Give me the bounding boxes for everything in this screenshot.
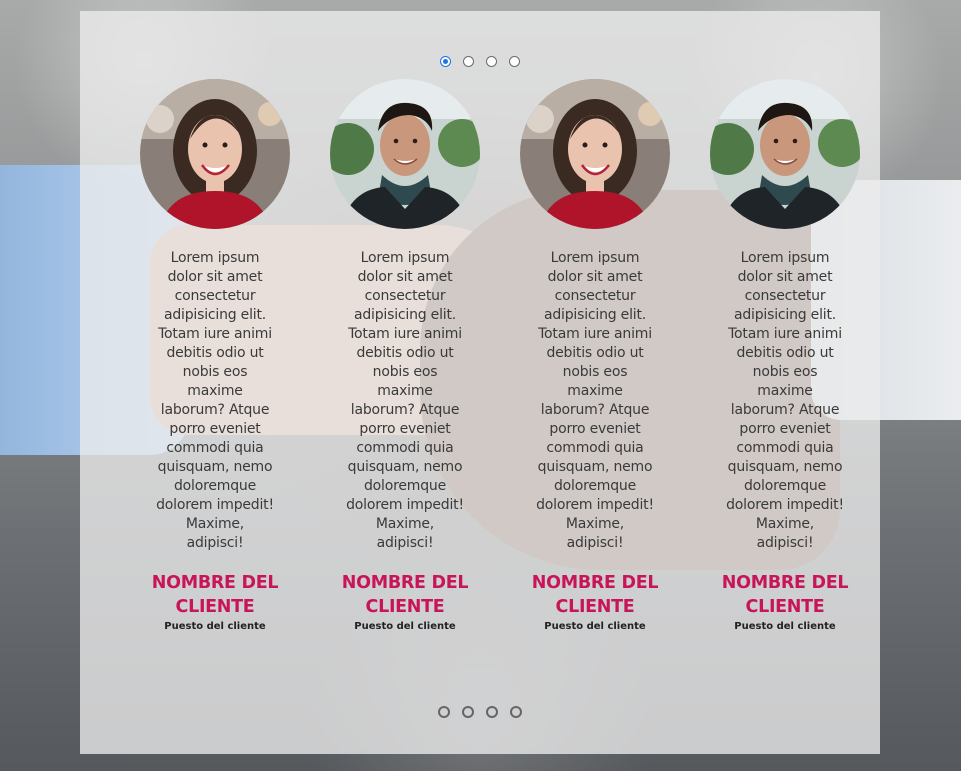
- testimonial-quote: Lorem ipsum dolor sit amet consectetur a…: [726, 250, 844, 551]
- man-avatar: [710, 79, 860, 229]
- carousel-indicator-1[interactable]: [440, 56, 451, 67]
- client-name: NOMBRE DEL CLIENTE: [721, 573, 849, 617]
- carousel-indicator-2[interactable]: [463, 56, 474, 67]
- client-role: Puesto del cliente: [734, 621, 836, 632]
- carousel-dot-4[interactable]: [510, 706, 522, 718]
- woman-avatar: [140, 79, 290, 229]
- carousel-indicators-top: [80, 56, 880, 67]
- testimonial-card: Lorem ipsum dolor sit amet consectetur a…: [520, 79, 670, 632]
- testimonial-quote: Lorem ipsum dolor sit amet consectetur a…: [536, 250, 654, 551]
- testimonial-card: Lorem ipsum dolor sit amet consectetur a…: [710, 79, 860, 632]
- man-avatar: [330, 79, 480, 229]
- woman-avatar: [520, 79, 670, 229]
- carousel-dot-3[interactable]: [486, 706, 498, 718]
- client-name: NOMBRE DEL CLIENTE: [531, 573, 659, 617]
- carousel-dot-1[interactable]: [438, 706, 450, 718]
- carousel-dot-2[interactable]: [462, 706, 474, 718]
- testimonial-quote: Lorem ipsum dolor sit amet consectetur a…: [156, 250, 274, 551]
- client-name: NOMBRE DEL CLIENTE: [341, 573, 469, 617]
- testimonial-card: Lorem ipsum dolor sit amet consectetur a…: [330, 79, 480, 632]
- testimonial-cards: Lorem ipsum dolor sit amet consectetur a…: [140, 79, 860, 632]
- testimonials-panel: Lorem ipsum dolor sit amet consectetur a…: [80, 11, 880, 754]
- client-role: Puesto del cliente: [354, 621, 456, 632]
- client-name: NOMBRE DEL CLIENTE: [151, 573, 279, 617]
- carousel-indicator-3[interactable]: [486, 56, 497, 67]
- carousel-indicator-4[interactable]: [509, 56, 520, 67]
- testimonial-quote: Lorem ipsum dolor sit amet consectetur a…: [346, 250, 464, 551]
- testimonial-card: Lorem ipsum dolor sit amet consectetur a…: [140, 79, 290, 632]
- client-role: Puesto del cliente: [544, 621, 646, 632]
- client-role: Puesto del cliente: [164, 621, 266, 632]
- carousel-indicators-bottom: [80, 706, 880, 718]
